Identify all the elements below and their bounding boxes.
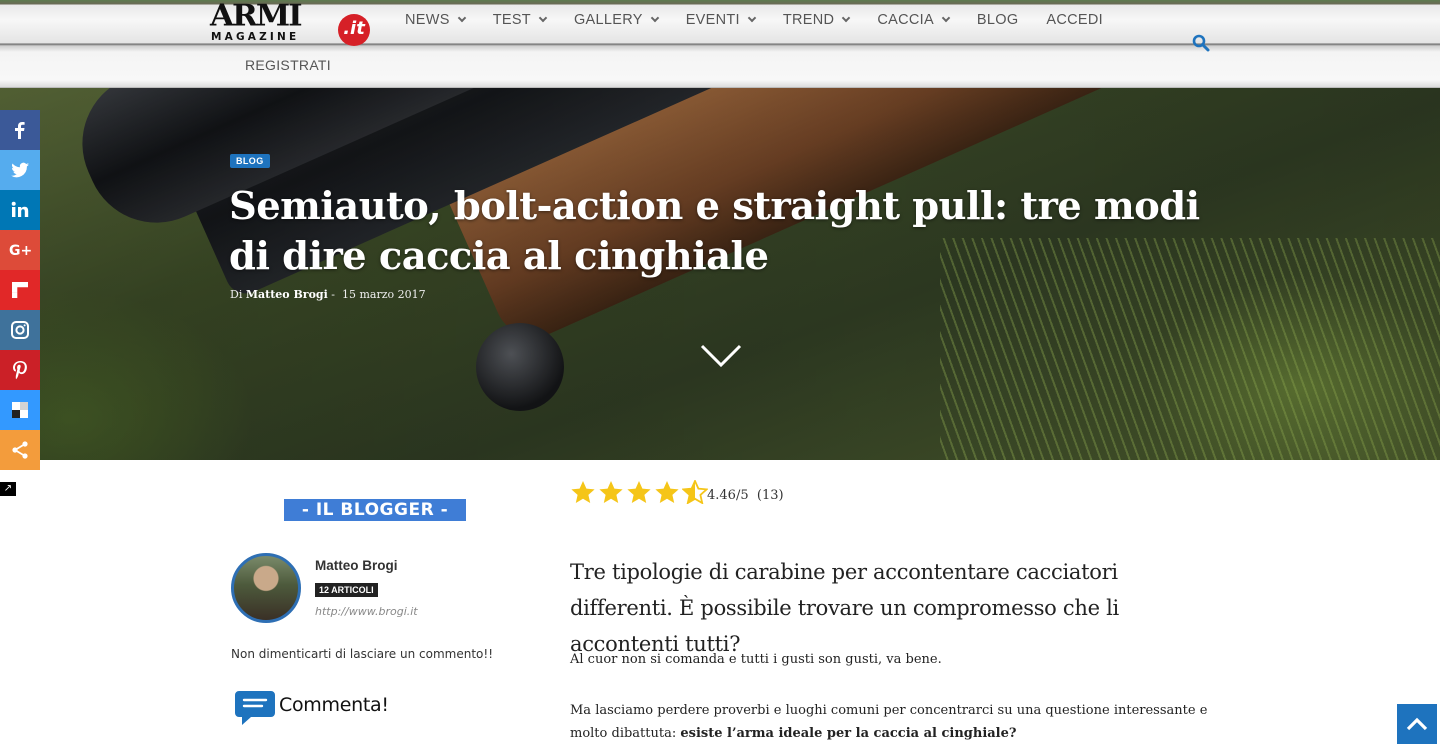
delicious-icon xyxy=(12,402,28,418)
hero-banner: BLOG Semiauto, bolt-action e straight pu… xyxy=(0,88,1440,460)
search-icon[interactable] xyxy=(1192,34,1210,52)
share-icon xyxy=(12,441,28,459)
nav-label: TREND xyxy=(782,12,835,28)
nav-label: ACCEDI xyxy=(1046,12,1104,28)
twitter-icon xyxy=(11,162,29,178)
chevron-down-icon xyxy=(842,13,851,23)
linkedin-share-button[interactable] xyxy=(0,190,40,230)
chevron-down-icon[interactable] xyxy=(700,343,742,369)
google-plus-share-button[interactable]: G+ xyxy=(0,230,40,270)
nav-label: CACCIA xyxy=(877,12,934,28)
star-full-icon[interactable] xyxy=(654,480,680,504)
main-nav: NEWS TEST GALLERY EVENTI TREND CACCIA BL… xyxy=(405,12,1131,28)
nav-label: GALLERY xyxy=(573,12,643,28)
articles-count-badge[interactable]: 12 ARTICOLI xyxy=(315,583,378,597)
social-share-bar: G+ xyxy=(0,110,40,470)
nav-item-accedi[interactable]: ACCEDI xyxy=(1046,12,1103,28)
article-title: Semiauto, bolt-action e straight pull: t… xyxy=(229,184,1200,279)
flipboard-share-button[interactable] xyxy=(0,270,40,310)
google-plus-icon: G+ xyxy=(9,243,31,259)
rating-value: 4.46/5 xyxy=(707,488,749,503)
twitter-share-button[interactable] xyxy=(0,150,40,190)
comment-reminder: Non dimenticarti di lasciare un commento… xyxy=(231,647,494,661)
byline-separator: - xyxy=(331,288,335,301)
nav-item-test[interactable]: TEST xyxy=(492,12,548,28)
nav-item-blog[interactable]: BLOG xyxy=(977,12,1019,28)
byline: Di Matteo Brogi - 15 marzo 2017 xyxy=(230,288,426,301)
author-website-link[interactable]: http://www.brogi.it xyxy=(315,605,418,618)
author-name[interactable]: Matteo Brogi xyxy=(315,558,398,573)
star-full-icon[interactable] xyxy=(626,480,652,504)
chevron-down-icon xyxy=(747,13,757,23)
nav-item-registrati[interactable]: REGISTRATI xyxy=(245,57,331,73)
site-header: ARMI MAGAZINE .it NEWS TEST GALLERY EVEN… xyxy=(0,0,1440,88)
category-badge[interactable]: BLOG xyxy=(230,154,270,168)
linkedin-icon xyxy=(11,201,29,217)
more-share-button[interactable] xyxy=(0,430,40,470)
nav-label: BLOG xyxy=(976,12,1019,28)
nav-item-news[interactable]: NEWS xyxy=(405,12,466,28)
star-half-icon[interactable] xyxy=(682,480,708,504)
site-logo[interactable]: ARMI MAGAZINE .it xyxy=(210,0,375,46)
facebook-share-button[interactable] xyxy=(0,110,40,150)
star-rating[interactable] xyxy=(570,480,708,504)
comment-button[interactable]: Commenta! xyxy=(279,694,389,716)
nav-item-eventi[interactable]: EVENTI xyxy=(685,12,757,28)
svg-text:G+: G+ xyxy=(9,243,31,259)
logo-word: ARMI xyxy=(210,0,303,34)
collapse-share-toggle[interactable]: ↗ xyxy=(0,482,16,496)
nav-label: TEST xyxy=(492,12,531,28)
nav-item-trend[interactable]: TREND xyxy=(782,12,851,28)
byline-author[interactable]: Matteo Brogi xyxy=(246,288,328,301)
chevron-down-icon xyxy=(538,13,548,23)
pinterest-icon xyxy=(13,361,27,380)
chevron-down-icon xyxy=(457,13,466,23)
article-lead: Tre tipologie di carabine per accontenta… xyxy=(570,560,1119,656)
logo-tagline: MAGAZINE xyxy=(211,31,300,43)
byline-prefix: Di xyxy=(230,288,243,301)
star-full-icon[interactable] xyxy=(570,480,596,504)
instagram-icon xyxy=(11,321,29,339)
star-full-icon[interactable] xyxy=(598,480,624,504)
facebook-icon xyxy=(15,122,25,139)
article-paragraph: Al cuor non si comanda e tutti i gusti s… xyxy=(570,652,942,667)
nav-label: EVENTI xyxy=(685,12,740,28)
chevron-down-icon xyxy=(650,13,659,23)
pinterest-share-button[interactable] xyxy=(0,350,40,390)
paragraph-bold-text: esiste l’arma ideale per la caccia al ci… xyxy=(680,726,1017,741)
rating-count: (13) xyxy=(756,488,784,503)
author-avatar[interactable] xyxy=(231,553,301,623)
logo-suffix: .it xyxy=(338,14,370,46)
nav-label: NEWS xyxy=(405,12,450,28)
byline-date: 15 marzo 2017 xyxy=(342,288,426,301)
comment-bubble-icon[interactable] xyxy=(234,690,276,726)
article-paragraph: Ma lasciamo perdere proverbi e luoghi co… xyxy=(570,699,1230,745)
scroll-to-top-button[interactable] xyxy=(1397,704,1437,744)
blogger-heading: - IL BLOGGER - xyxy=(284,499,466,521)
chevron-up-icon xyxy=(1406,717,1428,731)
instagram-share-button[interactable] xyxy=(0,310,40,350)
rating-summary: 4.46/5 (13) xyxy=(707,488,784,503)
flipboard-icon xyxy=(12,282,28,298)
nav-item-gallery[interactable]: GALLERY xyxy=(573,12,659,28)
delicious-share-button[interactable] xyxy=(0,390,40,430)
chevron-down-icon xyxy=(941,13,951,23)
nav-item-caccia[interactable]: CACCIA xyxy=(877,12,951,28)
